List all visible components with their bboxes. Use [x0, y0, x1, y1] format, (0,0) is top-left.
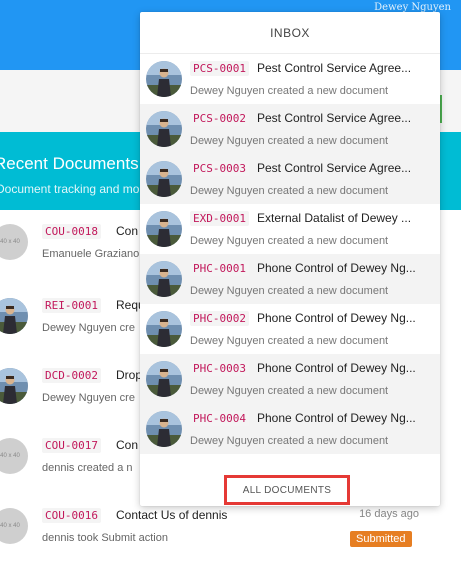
document-activity: Dewey Nguyen created a new document: [190, 185, 389, 197]
avatar: [146, 411, 182, 447]
document-code: PHC-0002: [190, 311, 249, 326]
document-code: PCS-0003: [190, 161, 249, 176]
document-title: Pest Control Service Agree...: [257, 161, 412, 175]
inbox-item[interactable]: PHC-0001 Phone Control of Dewey Ng... De…: [140, 254, 440, 304]
avatar: 40 x 40: [0, 224, 28, 260]
document-activity: Dewey Nguyen created a new document: [190, 385, 389, 397]
document-activity: Dewey Nguyen cre: [42, 392, 135, 404]
document-title: Drop: [116, 368, 143, 382]
document-code: EXD-0001: [190, 211, 249, 226]
document-title: Phone Control of Dewey Ng...: [257, 361, 416, 375]
document-title: External Datalist of Dewey ...: [257, 211, 412, 225]
all-documents-button[interactable]: ALL DOCUMENTS: [224, 475, 350, 505]
document-title: Phone Control of Dewey Ng...: [257, 311, 416, 325]
avatar: [146, 261, 182, 297]
avatar: [146, 361, 182, 397]
document-activity: dennis created a n: [42, 462, 133, 474]
avatar: [0, 298, 28, 334]
avatar: [0, 368, 28, 404]
avatar: [146, 161, 182, 197]
document-activity: dennis took Submit action: [42, 532, 168, 544]
document-code: PHC-0001: [190, 261, 249, 276]
document-code: PCS-0002: [190, 111, 249, 126]
inbox-item[interactable]: PCS-0001 Pest Control Service Agree... D…: [140, 54, 440, 104]
document-code: DCD-0002: [42, 368, 101, 383]
inbox-title: INBOX: [270, 26, 310, 40]
inbox-item[interactable]: PHC-0004 Phone Control of Dewey Ng... De…: [140, 404, 440, 454]
document-code: COU-0017: [42, 438, 101, 453]
document-activity: Dewey Nguyen created a new document: [190, 285, 389, 297]
document-activity: Dewey Nguyen created a new document: [190, 135, 389, 147]
document-code: PCS-0001: [190, 61, 249, 76]
avatar: [146, 61, 182, 97]
document-title: Contact Us of dennis: [116, 508, 228, 522]
document-timestamp: 16 days ago: [359, 508, 419, 520]
document-title: Con: [116, 224, 139, 238]
recent-documents-subtitle: Document tracking and moni: [0, 182, 149, 196]
document-title: Phone Control of Dewey Ng...: [257, 411, 416, 425]
recent-documents-title: Recent Documents: [0, 154, 139, 173]
document-code: PHC-0003: [190, 361, 249, 376]
document-code: COU-0016: [42, 508, 101, 523]
document-activity: Dewey Nguyen created a new document: [190, 235, 389, 247]
document-activity: Dewey Nguyen created a new document: [190, 335, 389, 347]
document-activity: Dewey Nguyen created a new document: [190, 435, 389, 447]
document-title: Con: [116, 438, 139, 452]
avatar: [146, 211, 182, 247]
document-code: COU-0018: [42, 224, 101, 239]
avatar: [146, 311, 182, 347]
status-badge: Submitted: [350, 531, 412, 547]
document-code: REI-0001: [42, 298, 101, 313]
inbox-item[interactable]: PHC-0003 Phone Control of Dewey Ng... De…: [140, 354, 440, 404]
avatar: 40 x 40: [0, 438, 28, 474]
inbox-item[interactable]: PCS-0002 Pest Control Service Agree... D…: [140, 104, 440, 154]
document-code: PHC-0004: [190, 411, 249, 426]
inbox-item[interactable]: PCS-0003 Pest Control Service Agree... D…: [140, 154, 440, 204]
avatar: [146, 111, 182, 147]
inbox-item[interactable]: EXD-0001 External Datalist of Dewey ... …: [140, 204, 440, 254]
document-activity: Dewey Nguyen created a new document: [190, 85, 389, 97]
document-title: Pest Control Service Agree...: [257, 111, 412, 125]
document-activity: Emanuele Graziano: [42, 248, 140, 260]
document-title: Phone Control of Dewey Ng...: [257, 261, 416, 275]
document-title: Pest Control Service Agree...: [257, 61, 412, 75]
avatar: 40 x 40: [0, 508, 28, 544]
document-activity: Dewey Nguyen cre: [42, 322, 135, 334]
inbox-dropdown: INBOX PCS-0001 Pest Control Service Agre…: [140, 12, 440, 506]
inbox-item[interactable]: PHC-0002 Phone Control of Dewey Ng... De…: [140, 304, 440, 354]
